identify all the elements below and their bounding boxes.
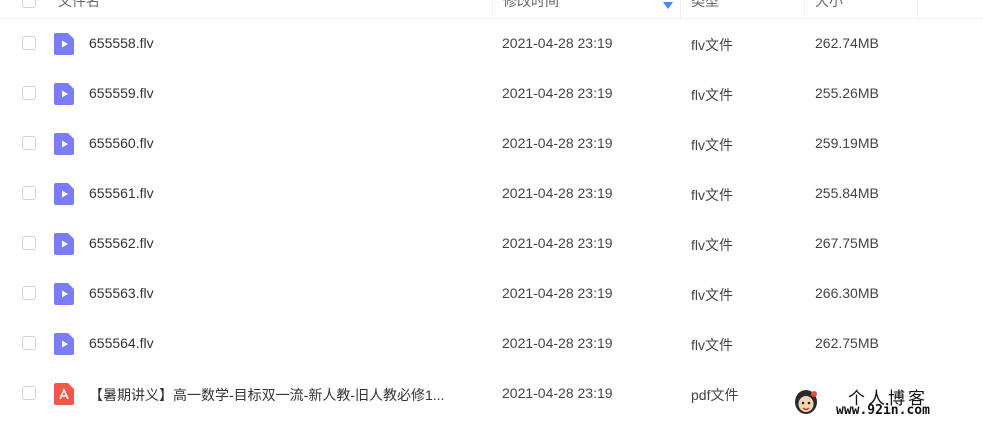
file-size: 266.30MB xyxy=(815,285,879,301)
column-header-name[interactable]: 文件名 xyxy=(48,0,100,18)
modified-time: 2021-04-28 23:19 xyxy=(502,235,613,251)
video-file-icon xyxy=(54,133,74,155)
file-type: flv文件 xyxy=(691,87,733,103)
file-size: 255.26MB xyxy=(815,85,879,101)
file-type: pdf文件 xyxy=(691,387,739,403)
modified-time: 2021-04-28 23:19 xyxy=(502,185,613,201)
video-file-icon xyxy=(54,233,74,255)
cartoon-avatar-icon xyxy=(795,390,817,414)
file-row[interactable]: 655561.flv 2021-04-28 23:19 flv文件 255.84MB xyxy=(0,169,983,219)
sort-desc-icon[interactable] xyxy=(663,2,673,9)
file-row[interactable]: 655562.flv 2021-04-28 23:19 flv文件 267.75MB xyxy=(0,219,983,269)
modified-time: 2021-04-28 23:19 xyxy=(502,385,613,401)
modified-time: 2021-04-28 23:19 xyxy=(502,135,613,151)
file-row[interactable]: 655563.flv 2021-04-28 23:19 flv文件 266.30MB xyxy=(0,269,983,319)
row-checkbox[interactable] xyxy=(22,186,36,200)
row-checkbox[interactable] xyxy=(22,386,36,400)
file-size: 255.84MB xyxy=(815,185,879,201)
modified-time: 2021-04-28 23:19 xyxy=(502,35,613,51)
watermark-url: www.92in.com xyxy=(836,403,930,418)
file-type: flv文件 xyxy=(691,287,733,303)
file-row[interactable]: 655558.flv 2021-04-28 23:19 flv文件 262.74MB xyxy=(0,19,983,69)
row-checkbox[interactable] xyxy=(22,236,36,250)
row-checkbox[interactable] xyxy=(22,336,36,350)
file-name[interactable]: 【暑期讲义】高一数学-目标双一流-新人教-旧人教必修1... xyxy=(89,385,444,405)
modified-time: 2021-04-28 23:19 xyxy=(502,85,613,101)
file-size: 267.75MB xyxy=(815,235,879,251)
file-name[interactable]: 655564.flv xyxy=(89,335,154,351)
file-name[interactable]: 655562.flv xyxy=(89,235,154,251)
row-checkbox[interactable] xyxy=(22,136,36,150)
file-type: flv文件 xyxy=(691,337,733,353)
video-file-icon xyxy=(54,333,74,355)
row-checkbox[interactable] xyxy=(22,86,36,100)
file-row[interactable]: 655559.flv 2021-04-28 23:19 flv文件 255.26MB xyxy=(0,69,983,119)
column-header-modified[interactable]: 修改时间 xyxy=(492,0,680,18)
video-file-icon xyxy=(54,283,74,305)
site-watermark: 个人博客 www.92in.com xyxy=(790,382,975,420)
video-file-icon xyxy=(54,83,74,105)
file-name[interactable]: 655558.flv xyxy=(89,35,154,51)
modified-time: 2021-04-28 23:19 xyxy=(502,335,613,351)
select-all-checkbox[interactable] xyxy=(22,0,36,8)
file-size: 262.75MB xyxy=(815,335,879,351)
file-list: 文件名 修改时间 类型 大小 655558.flv 2021-04-28 23:1… xyxy=(0,0,983,425)
video-file-icon xyxy=(54,33,74,55)
column-header-spacer xyxy=(917,0,983,18)
file-type: flv文件 xyxy=(691,237,733,253)
video-file-icon xyxy=(54,183,74,205)
file-name[interactable]: 655560.flv xyxy=(89,135,154,151)
column-header-type[interactable]: 类型 xyxy=(680,0,804,18)
modified-time: 2021-04-28 23:19 xyxy=(502,285,613,301)
file-name[interactable]: 655559.flv xyxy=(89,85,154,101)
column-header-size[interactable]: 大小 xyxy=(804,0,917,18)
row-checkbox[interactable] xyxy=(22,286,36,300)
pdf-file-icon xyxy=(54,383,74,405)
file-name[interactable]: 655563.flv xyxy=(89,285,154,301)
file-size: 262.74MB xyxy=(815,35,879,51)
file-type: flv文件 xyxy=(691,37,733,53)
file-row[interactable]: 655564.flv 2021-04-28 23:19 flv文件 262.75MB xyxy=(0,319,983,369)
file-type: flv文件 xyxy=(691,137,733,153)
column-header-row: 文件名 修改时间 类型 大小 xyxy=(0,0,983,19)
file-row[interactable]: 655560.flv 2021-04-28 23:19 flv文件 259.19MB xyxy=(0,119,983,169)
file-type: flv文件 xyxy=(691,187,733,203)
file-size: 259.19MB xyxy=(815,135,879,151)
row-checkbox[interactable] xyxy=(22,36,36,50)
file-name[interactable]: 655561.flv xyxy=(89,185,154,201)
